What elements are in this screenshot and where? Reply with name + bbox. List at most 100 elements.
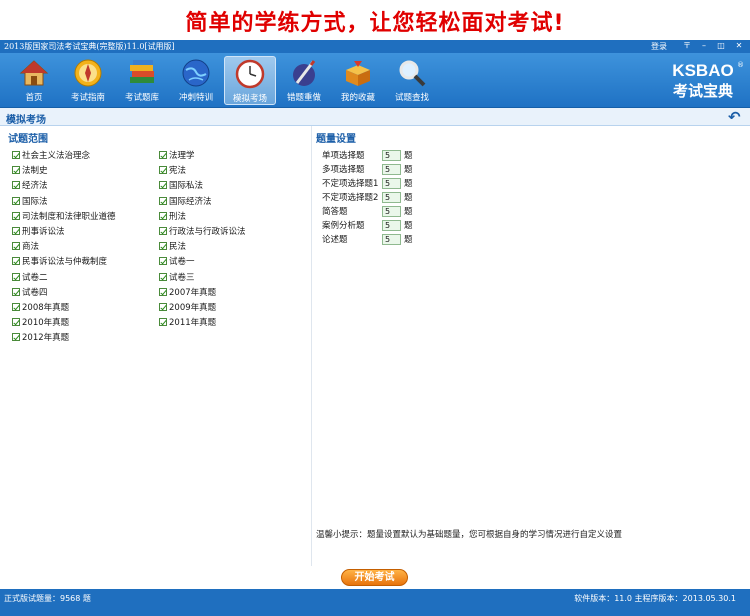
- toolbar-redo-wrong[interactable]: 错题重做: [278, 56, 330, 105]
- quantity-row: 多项选择题 5 题: [322, 163, 413, 176]
- back-arrow-icon[interactable]: ↶: [728, 108, 741, 126]
- checkbox-checked-icon[interactable]: [12, 272, 20, 281]
- toolbar-question-bank[interactable]: 考试题库: [116, 56, 168, 105]
- checkbox-checked-icon[interactable]: [12, 196, 20, 205]
- checkbox-checked-icon[interactable]: [159, 151, 167, 159]
- checkbox-checked-icon[interactable]: [159, 257, 167, 266]
- scope-checkbox-item[interactable]: 试卷三: [159, 271, 195, 285]
- scope-checkbox-label: 行政法与行政诉讼法: [169, 227, 246, 237]
- quantity-row-label: 不定项选择题1: [322, 179, 379, 189]
- scope-checkbox-item[interactable]: 经济法: [12, 179, 48, 193]
- toolbar-search[interactable]: 试题查找: [386, 56, 438, 105]
- scope-checkbox-item[interactable]: 试卷四: [12, 286, 48, 300]
- quantity-input[interactable]: 5: [382, 177, 401, 189]
- toolbar-guide[interactable]: 考试指南: [62, 56, 114, 105]
- quantity-row: 案例分析题 5 题: [322, 219, 413, 232]
- checkbox-checked-icon[interactable]: [12, 242, 20, 251]
- checkbox-checked-icon[interactable]: [12, 257, 20, 266]
- start-exam-button[interactable]: 开始考试: [341, 569, 408, 586]
- promo-banner-text: 简单的学练方式，让您轻松面对考试!: [185, 11, 565, 36]
- checkbox-checked-icon[interactable]: [12, 151, 20, 159]
- scope-checkbox-item[interactable]: 2010年真题: [12, 316, 69, 330]
- scope-checkbox-label: 2012年真题: [22, 333, 70, 344]
- scope-checkbox-label: 刑事诉讼法: [22, 227, 65, 237]
- checkbox-checked-icon[interactable]: [12, 333, 20, 342]
- quantity-row-label: 案例分析题: [322, 221, 365, 231]
- checkbox-checked-icon[interactable]: [159, 287, 167, 296]
- scope-checkbox-item[interactable]: 法理学: [159, 149, 195, 163]
- quantity-input[interactable]: 5: [382, 149, 401, 161]
- scope-checkbox-label: 法制史: [22, 166, 48, 177]
- close-icon[interactable]: ✕: [733, 41, 745, 51]
- checkbox-checked-icon[interactable]: [159, 242, 167, 251]
- scope-checkbox-item[interactable]: 司法制度和法律职业道德: [12, 210, 116, 224]
- quantity-input[interactable]: 5: [382, 233, 401, 245]
- quantity-row: 论述题 5 题: [322, 233, 413, 246]
- scope-checkbox-label: 司法制度和法律职业道德: [22, 211, 116, 222]
- checkbox-checked-icon[interactable]: [12, 287, 20, 296]
- checkbox-checked-icon[interactable]: [159, 196, 167, 205]
- quantity-unit: 题: [404, 207, 413, 217]
- quantity-input[interactable]: 5: [382, 219, 401, 231]
- checkbox-checked-icon[interactable]: [159, 318, 167, 327]
- checkbox-checked-icon[interactable]: [159, 303, 167, 311]
- scope-checkbox-label: 刑法: [169, 211, 187, 222]
- toolbar-home[interactable]: 首页: [8, 56, 60, 105]
- toolbar-mock-exam[interactable]: 模拟考场: [224, 56, 276, 105]
- quantity-input[interactable]: 5: [382, 163, 401, 175]
- scope-checkbox-label: 试卷三: [169, 272, 195, 283]
- scope-checkbox-item[interactable]: 2007年真题: [159, 286, 216, 300]
- checkbox-checked-icon[interactable]: [12, 166, 20, 175]
- scope-checkbox-item[interactable]: 刑事诉讼法: [12, 225, 65, 239]
- checkbox-checked-icon[interactable]: [159, 181, 167, 190]
- scope-checkbox-item[interactable]: 试卷一: [159, 255, 195, 269]
- scope-checkbox-item[interactable]: 社会主义法治理念: [12, 149, 90, 163]
- scope-checkbox-item[interactable]: 2008年真题: [12, 301, 69, 315]
- checkbox-checked-icon[interactable]: [12, 211, 20, 220]
- scope-checkbox-item[interactable]: 民法: [159, 240, 186, 254]
- quantity-unit: 题: [404, 165, 413, 175]
- checkbox-checked-icon[interactable]: [159, 227, 167, 235]
- scope-heading: 试题范围: [8, 134, 48, 145]
- home-icon: [19, 60, 49, 86]
- quantity-heading: 题量设置: [316, 134, 356, 145]
- restore-icon[interactable]: ◫: [715, 41, 727, 51]
- scope-checkbox-item[interactable]: 行政法与行政诉讼法: [159, 225, 246, 239]
- checkbox-checked-icon[interactable]: [12, 303, 20, 311]
- quantity-input[interactable]: 5: [382, 191, 401, 203]
- scope-checkbox-label: 国际经济法: [169, 196, 212, 207]
- ksbao-logo: KSBAO 考试宝典 ®: [664, 61, 744, 101]
- checkbox-checked-icon[interactable]: [159, 272, 167, 281]
- scope-checkbox-item[interactable]: 2009年真题: [159, 301, 216, 315]
- clock-icon: [235, 59, 265, 89]
- checkbox-checked-icon[interactable]: [12, 318, 20, 327]
- checkbox-checked-icon[interactable]: [12, 181, 20, 190]
- menu-icon[interactable]: 〒: [681, 41, 693, 51]
- checkbox-checked-icon[interactable]: [159, 211, 167, 220]
- toolbar-favorites[interactable]: 我的收藏: [332, 56, 384, 105]
- scope-checkbox-item[interactable]: 刑法: [159, 210, 186, 224]
- scope-checkbox-label: 民法: [169, 242, 187, 253]
- scope-checkbox-label: 民事诉讼法与仲裁制度: [22, 257, 108, 268]
- section-title: 模拟考场: [6, 115, 46, 126]
- scope-checkbox-item[interactable]: 商法: [12, 240, 39, 254]
- toolbar-sprint-label: 冲刺特训: [178, 93, 213, 103]
- scope-checkbox-item[interactable]: 国际经济法: [159, 195, 212, 209]
- checkbox-checked-icon[interactable]: [159, 166, 167, 175]
- login-link[interactable]: 登录: [651, 41, 667, 52]
- scope-checkbox-item[interactable]: 民事诉讼法与仲裁制度: [12, 255, 107, 269]
- quantity-input[interactable]: 5: [382, 205, 401, 217]
- toolbar-sprint[interactable]: 冲刺特训: [170, 56, 222, 105]
- toolbar-search-label: 试题查找: [394, 93, 429, 103]
- scope-checkbox-label: 2007年真题: [169, 287, 217, 298]
- scope-checkbox-item[interactable]: 国际私法: [159, 179, 203, 193]
- scope-checkbox-item[interactable]: 试卷二: [12, 271, 48, 285]
- scope-checkbox-item[interactable]: 国际法: [12, 195, 48, 209]
- scope-checkbox-item[interactable]: 2011年真题: [159, 316, 216, 330]
- minimize-icon[interactable]: –: [698, 41, 710, 51]
- title-bar: 2013版国家司法考试宝典(完整版)11.0[试用版] 登录 〒 – ◫ ✕: [0, 40, 750, 53]
- scope-checkbox-item[interactable]: 宪法: [159, 164, 186, 178]
- checkbox-checked-icon[interactable]: [12, 227, 20, 235]
- scope-checkbox-item[interactable]: 2012年真题: [12, 331, 69, 345]
- scope-checkbox-item[interactable]: 法制史: [12, 164, 48, 178]
